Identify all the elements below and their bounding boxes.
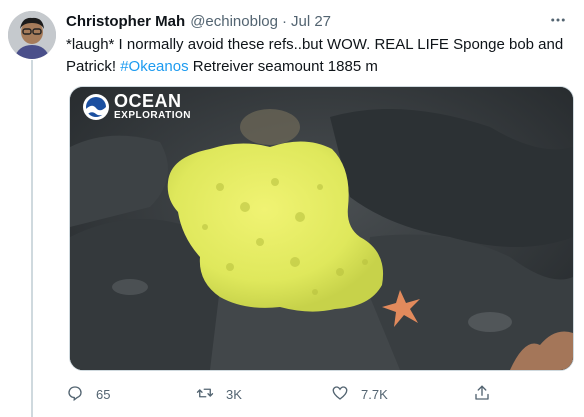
watermark-line1: OCEAN: [114, 91, 182, 111]
share-button[interactable]: [473, 380, 491, 408]
like-button[interactable]: 7.7K: [331, 380, 388, 408]
ocean-exploration-watermark: OCEAN EXPLORATION: [114, 92, 191, 121]
tweet-actions: 65 3K 7.7K: [66, 380, 506, 408]
more-icon[interactable]: [544, 11, 572, 29]
thread-line: [31, 60, 33, 417]
retweet-count: 3K: [226, 386, 242, 402]
reply-button[interactable]: 65: [66, 380, 110, 408]
reply-count: 65: [96, 386, 111, 402]
hashtag-link[interactable]: #Okeanos: [120, 58, 188, 75]
share-icon: [473, 384, 491, 405]
avatar[interactable]: [8, 11, 56, 59]
tweet-text-part2: Retreiver seamount 1885 m: [188, 58, 378, 75]
retweet-icon: [196, 384, 214, 405]
separator-dot: ·: [281, 12, 287, 30]
reply-icon: [66, 384, 84, 405]
watermark-line2: EXPLORATION: [114, 110, 191, 121]
retweet-button[interactable]: 3K: [196, 380, 242, 408]
like-icon: [331, 384, 349, 405]
like-count: 7.7K: [361, 386, 388, 402]
author-name[interactable]: Christopher Mah: [66, 13, 185, 30]
tweet-text: *laugh* I normally avoid these refs..but…: [66, 34, 566, 78]
media-image: [70, 87, 573, 370]
tweet-media[interactable]: OCEAN EXPLORATION: [69, 86, 574, 371]
noaa-logo: [83, 94, 109, 120]
tweet-header: Christopher Mah @echinoblog · Jul 27: [66, 11, 572, 31]
tweet-date[interactable]: Jul 27: [291, 13, 331, 30]
author-handle[interactable]: @echinoblog: [190, 13, 278, 30]
